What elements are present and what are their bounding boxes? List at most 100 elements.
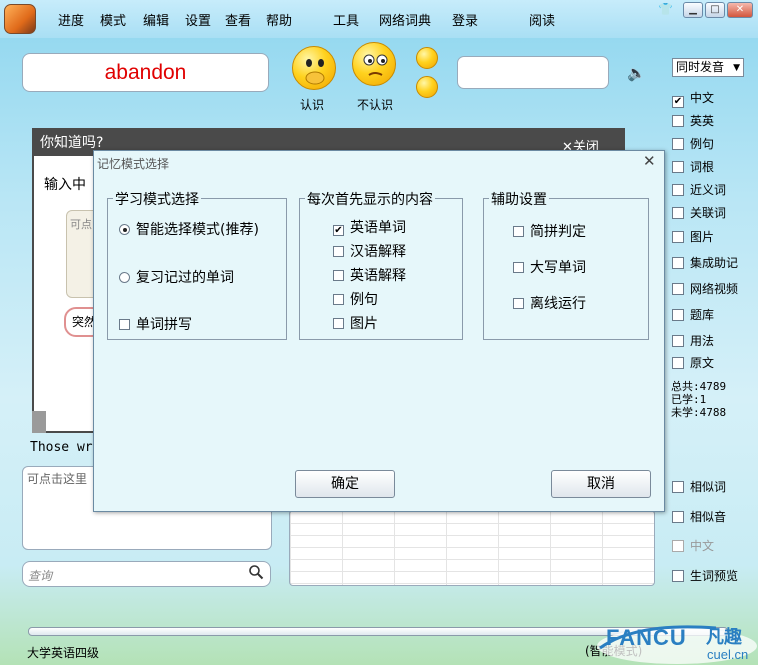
option-similar-words[interactable]: 相似词 [672, 478, 726, 495]
voice-mode-value: 同时发音 [676, 60, 725, 74]
checkbox-example-sentence[interactable] [333, 294, 344, 305]
checkbox-chinese-explanation[interactable] [333, 246, 344, 257]
checkbox-similar-sound[interactable] [672, 511, 684, 523]
tip-inner-text: 可点 [70, 218, 92, 231]
menu-help[interactable]: 帮助 [266, 10, 292, 29]
minimize-icon[interactable]: ▁ [683, 2, 703, 18]
option-offline-mode[interactable]: 离线运行 [513, 293, 586, 313]
menu-online-dictionary[interactable]: 网络词典 [379, 10, 431, 29]
option-label: 英英 [690, 114, 715, 128]
option-picture[interactable]: 图片 [672, 228, 714, 245]
option-picture-display[interactable]: 图片 [333, 313, 378, 333]
checkbox-uppercase-word[interactable] [513, 262, 524, 273]
option-example-sentence[interactable]: 例句 [333, 289, 378, 309]
checkbox-question-bank[interactable] [672, 309, 684, 321]
checkbox-similar-words[interactable] [672, 481, 684, 493]
option-smart-mode[interactable]: 智能选择模式(推荐) [119, 219, 259, 239]
search-input[interactable] [22, 561, 271, 587]
option-label: 复习记过的单词 [136, 270, 234, 286]
option-label: 英语单词 [350, 220, 406, 236]
checkbox-example[interactable] [672, 138, 684, 150]
option-usage[interactable]: 用法 [672, 332, 714, 349]
option-label: 离线运行 [530, 296, 586, 312]
option-english-word[interactable]: ✔ 英语单词 [333, 217, 406, 237]
checkbox-chinese[interactable]: ✔ [672, 96, 684, 108]
group-auxiliary-title: 辅助设置 [489, 189, 549, 209]
voice-mode-select[interactable]: 同时发音 ▼ [672, 58, 744, 77]
option-root[interactable]: 词根 [672, 158, 714, 175]
option-label: 原文 [690, 356, 715, 370]
option-question-bank[interactable]: 题库 [672, 306, 714, 323]
menu-reading[interactable]: 阅读 [529, 10, 555, 29]
small-smiley-icon[interactable] [416, 47, 438, 69]
menu-progress[interactable]: 进度 [58, 10, 84, 29]
watermark-brand: FANCU [606, 625, 687, 650]
checkbox-english-explanation[interactable] [333, 270, 344, 281]
option-abbrev-judgement[interactable]: 简拼判定 [513, 221, 586, 241]
option-example[interactable]: 例句 [672, 135, 714, 152]
option-label: 关联词 [690, 206, 727, 220]
word-display: abandon [22, 53, 269, 92]
option-label: 图片 [350, 316, 378, 332]
ok-button[interactable]: 确定 [295, 470, 395, 498]
checkbox-picture-display[interactable] [333, 318, 344, 329]
checkbox-abbrev-judgement[interactable] [513, 226, 524, 237]
menu-mode[interactable]: 模式 [100, 10, 126, 29]
checkbox-english-english[interactable] [672, 115, 684, 127]
cancel-button[interactable]: 取消 [551, 470, 651, 498]
checkbox-picture[interactable] [672, 231, 684, 243]
checkbox-spelling[interactable] [119, 319, 130, 330]
option-chinese-explanation[interactable]: 汉语解释 [333, 241, 406, 261]
dont-know-label[interactable]: 不认识 [357, 96, 393, 113]
group-learning-title: 学习模式选择 [113, 189, 201, 209]
checkbox-original-text[interactable] [672, 357, 684, 369]
checkbox-integrated-mnemonic[interactable] [672, 257, 684, 269]
search-icon[interactable] [248, 564, 264, 584]
menu-edit[interactable]: 编辑 [143, 10, 169, 29]
checkbox-english-word[interactable]: ✔ [333, 225, 344, 236]
group-first-display-title: 每次首先显示的内容 [305, 189, 435, 209]
option-english-explanation[interactable]: 英语解释 [333, 265, 406, 285]
answer-input[interactable] [457, 56, 609, 89]
checkbox-usage[interactable] [672, 335, 684, 347]
radio-smart-mode[interactable] [119, 224, 130, 235]
watermark-cn: 凡趣 [706, 627, 742, 648]
menu-settings[interactable]: 设置 [185, 10, 211, 29]
skin-shirt-icon[interactable]: 👕 [658, 2, 673, 16]
checkbox-related[interactable] [672, 207, 684, 219]
app-window: 进度 模式 编辑 设置 查看 帮助 工具 网络词典 登录 阅读 👕 ▁ □ ✕ … [0, 0, 758, 665]
menu-view[interactable]: 查看 [225, 10, 251, 29]
know-smiley-icon[interactable] [292, 46, 336, 90]
checkbox-root[interactable] [672, 161, 684, 173]
menu-login[interactable]: 登录 [452, 10, 478, 29]
option-spelling[interactable]: 单词拼写 [119, 314, 192, 334]
close-icon[interactable]: ✕ [727, 2, 753, 18]
radio-review-mode[interactable] [119, 272, 130, 283]
example-sentence: Those wr [30, 440, 93, 455]
option-english-english[interactable]: 英英 [672, 112, 714, 129]
option-integrated-mnemonic[interactable]: 集成助记 [672, 254, 738, 271]
know-label[interactable]: 认识 [300, 96, 324, 113]
option-chinese[interactable]: ✔ 中文 [672, 89, 714, 108]
checkbox-new-word-preview[interactable] [672, 570, 684, 582]
option-synonym[interactable]: 近义词 [672, 181, 726, 198]
option-review-mode[interactable]: 复习记过的单词 [119, 267, 234, 287]
option-similar-sound[interactable]: 相似音 [672, 508, 726, 525]
option-original-text[interactable]: 原文 [672, 354, 714, 371]
maximize-icon[interactable]: □ [705, 2, 725, 18]
checkbox-offline-mode[interactable] [513, 298, 524, 309]
dialog-close-icon[interactable]: ✕ [643, 152, 656, 170]
option-web-video[interactable]: 网络视频 [672, 280, 738, 297]
menu-tools[interactable]: 工具 [333, 10, 359, 29]
dont-know-smiley-icon[interactable] [352, 42, 396, 86]
small-smiley-icon-2[interactable] [416, 76, 438, 98]
option-new-word-preview[interactable]: 生词预览 [672, 567, 738, 584]
option-label: 生词预览 [690, 569, 739, 583]
option-uppercase-word[interactable]: 大写单词 [513, 257, 586, 277]
option-related[interactable]: 关联词 [672, 204, 726, 221]
checkbox-web-video[interactable] [672, 283, 684, 295]
speaker-icon[interactable]: 🔈 [627, 64, 646, 82]
option-label: 词根 [690, 160, 715, 174]
checkbox-synonym[interactable] [672, 184, 684, 196]
option-label: 单词拼写 [136, 317, 192, 333]
